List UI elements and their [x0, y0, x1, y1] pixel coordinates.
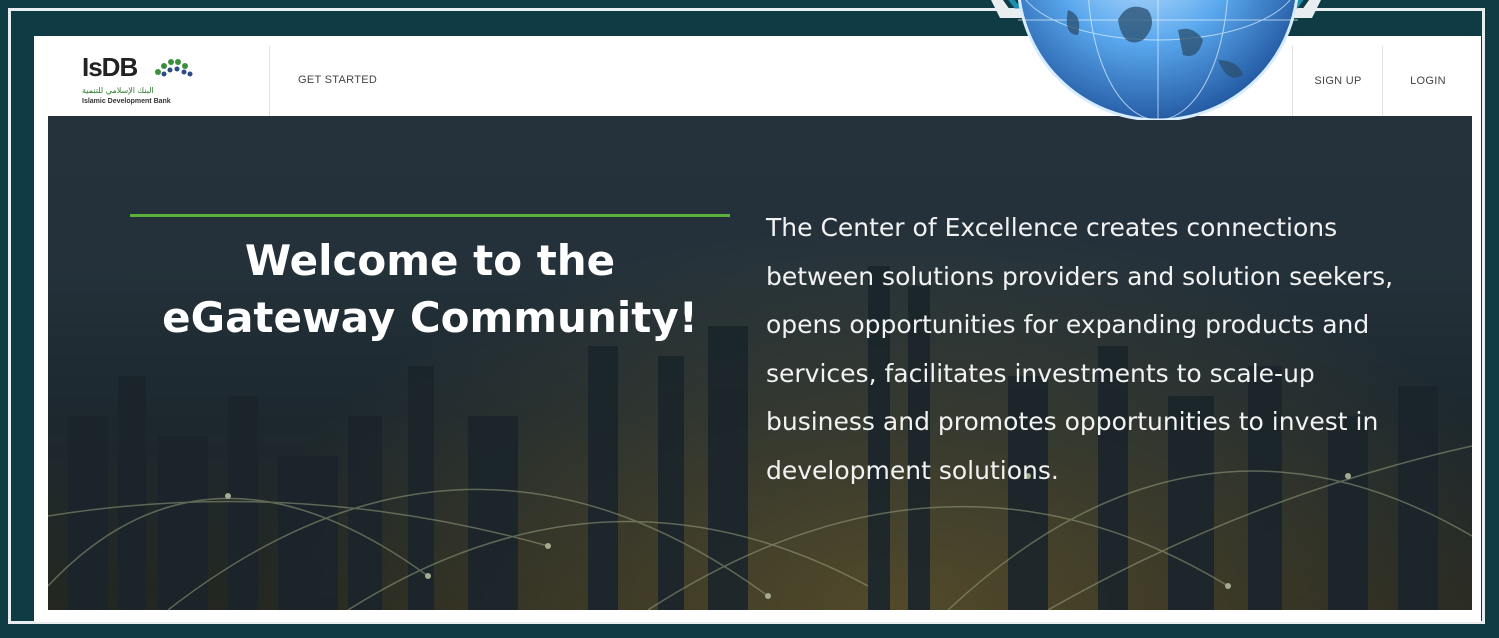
hero-banner: Welcome to the eGateway Community! The C…: [48, 116, 1472, 610]
logo-arabic-text: البنك الإسلامي للتنمية: [82, 86, 154, 95]
hero-title: Welcome to the eGateway Community!: [162, 236, 698, 342]
isdb-logo[interactable]: IsDB البنك الإسلامي للتنمية Islamic Deve…: [48, 46, 270, 116]
logo-subtitle: Islamic Development Bank: [82, 98, 171, 105]
isdb-logo-icon: [155, 59, 193, 77]
login-label: LOGIN: [1410, 75, 1446, 87]
login-button[interactable]: LOGIN: [1382, 46, 1473, 116]
get-started-link[interactable]: GET STARTED: [298, 74, 377, 86]
globe-icon: [1017, 0, 1299, 120]
green-divider: [130, 214, 730, 217]
logo-wordmark: IsDB: [82, 52, 138, 82]
sign-up-label: SIGN UP: [1314, 75, 1362, 87]
screenshot-panel: IsDB البنك الإسلامي للتنمية Islamic Deve…: [34, 36, 1481, 622]
hero-description: The Center of Excellence creates connect…: [766, 213, 1394, 485]
